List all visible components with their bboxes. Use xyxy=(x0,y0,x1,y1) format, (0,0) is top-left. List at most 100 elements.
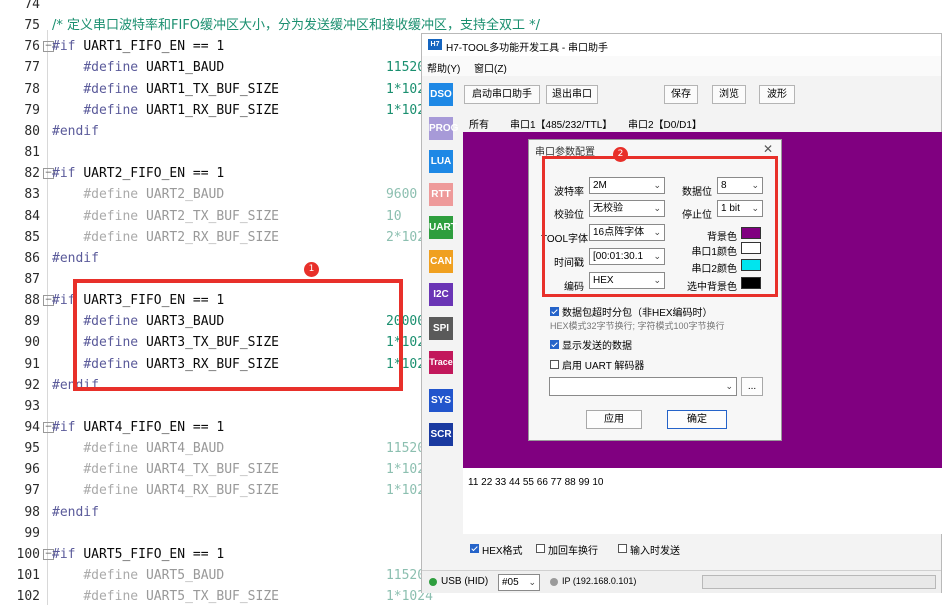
highlight-box-uart3 xyxy=(73,279,403,391)
packet-timeout-label: 数据包超时分包（非HEX编码时） xyxy=(562,308,713,319)
chevron-down-icon: ⌄ xyxy=(528,577,536,587)
sidebar-trace-button[interactable]: Trace xyxy=(429,351,453,374)
tab-uart2[interactable]: 串口2【D0/D1】 xyxy=(628,116,702,131)
sidebar-can-button[interactable]: CAN xyxy=(429,250,453,273)
usb-status-text: USB (HID) xyxy=(441,576,489,587)
line-number: 78 xyxy=(24,81,40,97)
line-number: 82 xyxy=(24,166,40,182)
line-number: 80 xyxy=(24,123,40,139)
code-keyword: #if xyxy=(52,420,76,435)
line-number: 76 xyxy=(24,39,40,55)
window-title: H7-TOOL多功能开发工具 - 串口助手 xyxy=(446,43,609,54)
sidebar-scr-button[interactable]: SCR xyxy=(429,423,453,446)
code-identifier: UART4_FIFO_EN == 1 xyxy=(83,420,225,435)
add-crlf-checkbox[interactable] xyxy=(536,544,545,553)
code-identifier: UART1_BAUD xyxy=(145,60,225,76)
send-on-input-label: 输入时发送 xyxy=(630,546,680,557)
code-text: #define UART1_BAUD 115200 xyxy=(52,57,433,78)
code-text: #endif xyxy=(52,121,99,142)
menu-window[interactable]: 窗口(Z) xyxy=(474,60,507,75)
exit-uart-button[interactable]: 退出串口 xyxy=(546,85,598,104)
line-number: 77 xyxy=(24,60,40,76)
line-number: 74 xyxy=(24,0,40,12)
browse-button[interactable]: 浏览 xyxy=(712,85,746,104)
tab-all[interactable]: 所有 xyxy=(469,116,489,131)
apply-button[interactable]: 应用 xyxy=(586,410,642,429)
code-line[interactable]: 74 xyxy=(0,0,942,15)
code-value: 9600 xyxy=(385,187,418,203)
port-select[interactable]: #05 ⌄ xyxy=(498,574,540,591)
progress-bar xyxy=(702,575,936,589)
code-text: #define UART2_RX_BUF_SIZE 2*1024 xyxy=(52,227,433,248)
code-keyword: #endif xyxy=(52,250,99,266)
add-crlf-label: 加回车换行 xyxy=(548,546,598,557)
line-number: 93 xyxy=(24,398,40,414)
close-icon[interactable]: ✕ xyxy=(763,142,773,156)
uart-decoder-checkbox[interactable] xyxy=(550,360,559,369)
code-identifier: UART5_TX_BUF_SIZE xyxy=(145,589,279,605)
annotation-badge-2: 2 xyxy=(613,147,628,162)
line-number: 85 xyxy=(24,229,40,245)
code-comment: /* 定义串口波特率和FIFO缓冲区大小，分为发送缓冲区和接收缓冲区，支持全双工… xyxy=(52,18,541,34)
code-keyword: #define xyxy=(83,462,139,478)
code-identifier: UART5_FIFO_EN == 1 xyxy=(83,546,225,562)
sidebar-i2c-button[interactable]: I2C xyxy=(429,283,453,306)
code-keyword: #define xyxy=(83,229,139,245)
waveform-button[interactable]: 波形 xyxy=(759,85,795,104)
sidebar-lua-button[interactable]: LUA xyxy=(429,150,453,173)
sidebar-dso-button[interactable]: DSO xyxy=(429,83,453,106)
line-number: 94 xyxy=(24,420,40,435)
title-bar[interactable]: H7 H7-TOOL多功能开发工具 - 串口助手 xyxy=(422,34,941,56)
receive-area[interactable]: 11 22 33 44 55 66 77 88 99 10 xyxy=(463,468,942,534)
code-keyword: #if xyxy=(52,166,76,182)
code-keyword: #define xyxy=(83,441,139,457)
usb-status-icon xyxy=(429,578,437,586)
ok-button[interactable]: 确定 xyxy=(667,410,727,429)
code-text: #define UART4_RX_BUF_SIZE 1*1024 xyxy=(52,480,433,501)
line-number: 98 xyxy=(24,504,40,520)
code-value: 10 xyxy=(385,208,402,224)
ip-status-text: IP (192.168.0.101) xyxy=(562,576,637,586)
decoder-more-button[interactable]: ... xyxy=(741,377,763,396)
line-number: 81 xyxy=(24,145,40,161)
code-keyword: #define xyxy=(83,60,139,76)
code-keyword: #define xyxy=(83,102,139,118)
tab-uart1[interactable]: 串口1【485/232/TTL】 xyxy=(510,116,612,131)
code-text: #endif xyxy=(52,502,99,523)
menu-help[interactable]: 帮助(Y) xyxy=(427,60,460,75)
code-text: #define UART5_BAUD 115200 xyxy=(52,565,433,586)
code-text: #define UART1_RX_BUF_SIZE 1*1024 xyxy=(52,100,433,121)
line-number: 97 xyxy=(24,483,40,499)
hex-format-label: HEX格式 xyxy=(482,546,523,557)
code-keyword: #define xyxy=(83,483,139,499)
app-logo-icon: H7 xyxy=(428,39,442,50)
sidebar-uart-button[interactable]: UART xyxy=(429,216,457,239)
ip-status-icon xyxy=(550,578,558,586)
save-button[interactable]: 保存 xyxy=(664,85,698,104)
code-text: #define UART2_TX_BUF_SIZE 10 xyxy=(52,206,402,227)
code-text: #if UART4_FIFO_EN == 1 xyxy=(52,417,224,438)
code-identifier: UART2_BAUD xyxy=(145,187,225,203)
code-keyword: #define xyxy=(83,187,139,203)
code-identifier: UART1_TX_BUF_SIZE xyxy=(145,81,279,97)
packet-timeout-hint: HEX模式32字节换行; 字符模式100字节换行 xyxy=(550,321,725,331)
sidebar-prog-button[interactable]: PROG xyxy=(429,117,458,140)
sidebar-spi-button[interactable]: SPI xyxy=(429,317,453,340)
received-data-text: 11 22 33 44 55 66 77 88 99 10 xyxy=(468,477,604,488)
packet-timeout-checkbox[interactable] xyxy=(550,307,559,316)
code-text: #define UART1_TX_BUF_SIZE 1*1024 xyxy=(52,79,433,100)
uart-decoder-label: 启用 UART 解码器 xyxy=(562,361,645,372)
send-on-input-checkbox[interactable] xyxy=(618,544,627,553)
status-bar: USB (HID) #05 ⌄ IP (192.168.0.101) xyxy=(422,570,941,593)
code-text: #if UART2_FIFO_EN == 1 xyxy=(52,163,224,184)
start-uart-button[interactable]: 启动串口助手 xyxy=(464,85,540,104)
decoder-select[interactable]: ⌄ xyxy=(549,377,737,396)
code-keyword: #define xyxy=(83,208,139,224)
line-number: 90 xyxy=(24,335,40,351)
line-number: 83 xyxy=(24,187,40,203)
hex-format-checkbox[interactable] xyxy=(470,544,479,553)
show-sent-data-checkbox[interactable] xyxy=(550,340,559,349)
sidebar-sys-button[interactable]: SYS xyxy=(429,389,453,412)
line-number: 87 xyxy=(24,271,40,287)
sidebar-rtt-button[interactable]: RTT xyxy=(429,183,453,206)
